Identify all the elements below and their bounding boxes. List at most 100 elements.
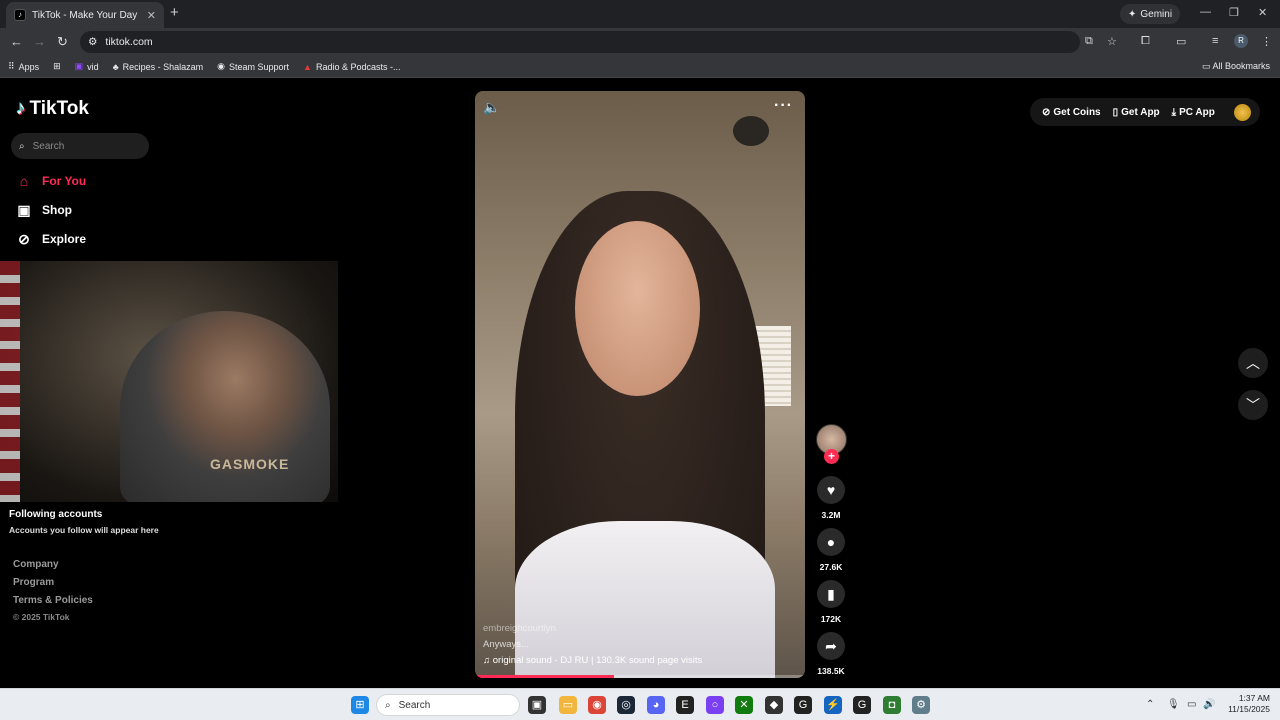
bookmark-recipes[interactable]: ♣ Recipes - Shalazam: [113, 62, 203, 72]
media-controls-icon[interactable]: ≡: [1212, 35, 1218, 47]
get-app-button[interactable]: ▯ Get App: [1113, 107, 1160, 118]
search-placeholder: Search: [32, 140, 65, 152]
bookmarks-bar: ⠿ Apps ⊞ ▣ vid ♣ Recipes - Shalazam ◉ Steam …: [0, 56, 1280, 78]
like-button[interactable]: ♥: [817, 476, 845, 504]
close-window-icon[interactable]: ✕: [1258, 6, 1267, 19]
app-android-icon[interactable]: ◘: [883, 696, 901, 714]
tab-close-icon[interactable]: ✕: [147, 9, 156, 22]
video-progress-bar[interactable]: [475, 675, 805, 678]
start-windows-icon[interactable]: ⊞: [351, 696, 369, 714]
radio-icon: ▲: [303, 61, 312, 72]
reload-icon[interactable]: ↻: [57, 34, 68, 50]
home-icon: ⌂: [19, 173, 29, 189]
file-explorer-icon[interactable]: ▭: [559, 696, 577, 714]
all-bookmarks-button[interactable]: ▭ All Bookmarks: [1202, 61, 1270, 72]
bookmark-label: Recipes - Shalazam: [122, 61, 204, 72]
flag-background: [0, 261, 20, 502]
bookmark-radio[interactable]: ▲ Radio & Podcasts -...: [303, 62, 400, 72]
bookmark-apps[interactable]: ⠿ Apps: [8, 61, 39, 72]
search-input[interactable]: ⌕ Search: [11, 133, 149, 159]
bookmark-steam[interactable]: ◉ Steam Support: [217, 61, 289, 72]
share-button[interactable]: ➦: [817, 632, 845, 660]
share-count: 138.5K: [817, 666, 845, 676]
address-bar[interactable]: ⚙ tiktok.com: [80, 31, 1080, 53]
save-button[interactable]: ▮: [817, 580, 845, 608]
nav-explore[interactable]: ⊘ Explore: [16, 231, 86, 247]
search-icon: ⌕: [19, 140, 25, 152]
xbox-icon[interactable]: ✕: [735, 696, 753, 714]
compass-icon: ⊘: [18, 231, 30, 247]
ceiling-lamp: [733, 116, 769, 146]
comment-count: 27.6K: [819, 562, 843, 572]
app-bolt-icon[interactable]: ⚡: [824, 696, 842, 714]
tiktok-logo[interactable]: ♪ TikTok: [16, 98, 89, 120]
new-tab-button[interactable]: +: [170, 4, 179, 21]
task-view-icon[interactable]: ▣: [528, 696, 546, 714]
bookmark-star-icon[interactable]: ☆: [1107, 35, 1117, 48]
logo-text: TikTok: [29, 98, 89, 119]
bookmark-label: Steam Support: [229, 61, 290, 72]
minimize-icon[interactable]: —: [1200, 6, 1211, 18]
footer-terms-link[interactable]: Terms & Policies: [13, 595, 93, 606]
video-player[interactable]: 🔈 ··· embreighcourtlyn Anyways... ♫ orig…: [475, 91, 805, 678]
obs-icon[interactable]: ○: [706, 696, 724, 714]
browser-toolbar: ← → ↻ ⚙ tiktok.com ⧉ ☆ ⧠ ▭ ≡ ⋮: [0, 28, 1280, 56]
bookmark-tab-groups[interactable]: ⊞: [53, 61, 61, 72]
volume-tray-icon[interactable]: 🔊: [1203, 699, 1215, 710]
microphone-icon[interactable]: 🎙: [1167, 699, 1180, 710]
steam-icon[interactable]: ◎: [617, 696, 635, 714]
all-bookmarks-label: All Bookmarks: [1212, 61, 1270, 71]
volume-icon[interactable]: 🔈: [483, 99, 500, 116]
shopping-bag-icon: ▣: [17, 202, 31, 218]
install-app-icon[interactable]: ⧉: [1085, 35, 1093, 48]
nav-shop[interactable]: ▣ Shop: [16, 202, 72, 218]
follow-plus-icon[interactable]: +: [824, 449, 839, 464]
apps-grid-icon: ⠿: [8, 61, 15, 71]
settings-gear-icon[interactable]: ⚙: [912, 696, 930, 714]
get-coins-button[interactable]: ⊘ Get Coins: [1042, 107, 1101, 118]
shirt-text: GASMOKE: [210, 456, 290, 472]
top-actions-bar: ⊘ Get Coins ▯ Get App ⤓ PC App: [1030, 98, 1260, 126]
kebab-menu-icon[interactable]: ⋮: [1261, 35, 1272, 48]
app-g-icon[interactable]: G: [794, 696, 812, 714]
forward-arrow-icon[interactable]: →: [33, 34, 46, 49]
gemini-button[interactable]: ✦ Gemini: [1120, 4, 1181, 24]
footer-program-link[interactable]: Program: [13, 577, 54, 588]
tray-chevron-icon[interactable]: ⌃: [1146, 699, 1154, 710]
comment-icon: ●: [826, 534, 836, 550]
extensions-icon[interactable]: ⧠: [1141, 35, 1150, 48]
taskbar-search[interactable]: ⌕ Search: [376, 694, 520, 716]
video-username[interactable]: embreighcourtlyn: [483, 623, 556, 634]
user-avatar[interactable]: [1234, 104, 1251, 121]
phone-icon: ▯: [1112, 106, 1119, 118]
coin-icon: ⊘: [1042, 106, 1051, 118]
discord-icon[interactable]: ◕: [647, 696, 665, 714]
browser-tab[interactable]: ♪ TikTok - Make Your Day ✕: [6, 2, 164, 28]
pc-app-button[interactable]: ⤓ PC App: [1172, 107, 1215, 118]
app-g2-icon[interactable]: G: [853, 696, 871, 714]
heart-icon: ♥: [826, 482, 836, 498]
nav-for-you[interactable]: ⌂ For You: [16, 173, 86, 189]
chrome-icon[interactable]: ◉: [588, 696, 606, 714]
following-subtitle: Accounts you follow will appear here: [9, 525, 159, 535]
chevron-down-icon: ﹀: [1246, 397, 1260, 413]
restore-icon[interactable]: ❐: [1229, 6, 1239, 19]
display-icon[interactable]: ▭: [1187, 699, 1196, 710]
site-info-icon[interactable]: ⚙: [88, 36, 97, 48]
profile-avatar[interactable]: R: [1234, 34, 1248, 48]
get-coins-label: Get Coins: [1053, 106, 1101, 118]
bookmark-label: Apps: [18, 61, 40, 72]
previous-video-button[interactable]: ︿: [1238, 348, 1268, 378]
comment-button[interactable]: ●: [817, 528, 845, 556]
bookmark-vid[interactable]: ▣ vid: [75, 61, 99, 72]
clock-date: 11/15/2025: [1228, 704, 1270, 714]
footer-company-link[interactable]: Company: [13, 559, 59, 570]
next-video-button[interactable]: ﹀: [1238, 390, 1268, 420]
app-shield-icon[interactable]: ◆: [765, 696, 783, 714]
cast-icon[interactable]: ▭: [1176, 35, 1186, 48]
video-sound[interactable]: ♫ original sound - DJ RU | 130.3K sound …: [483, 655, 702, 666]
back-arrow-icon[interactable]: ←: [10, 34, 23, 49]
epic-games-icon[interactable]: E: [676, 696, 694, 714]
more-options-icon[interactable]: ···: [774, 97, 793, 115]
taskbar-clock[interactable]: 1:37 AM 11/15/2025: [1220, 693, 1270, 715]
